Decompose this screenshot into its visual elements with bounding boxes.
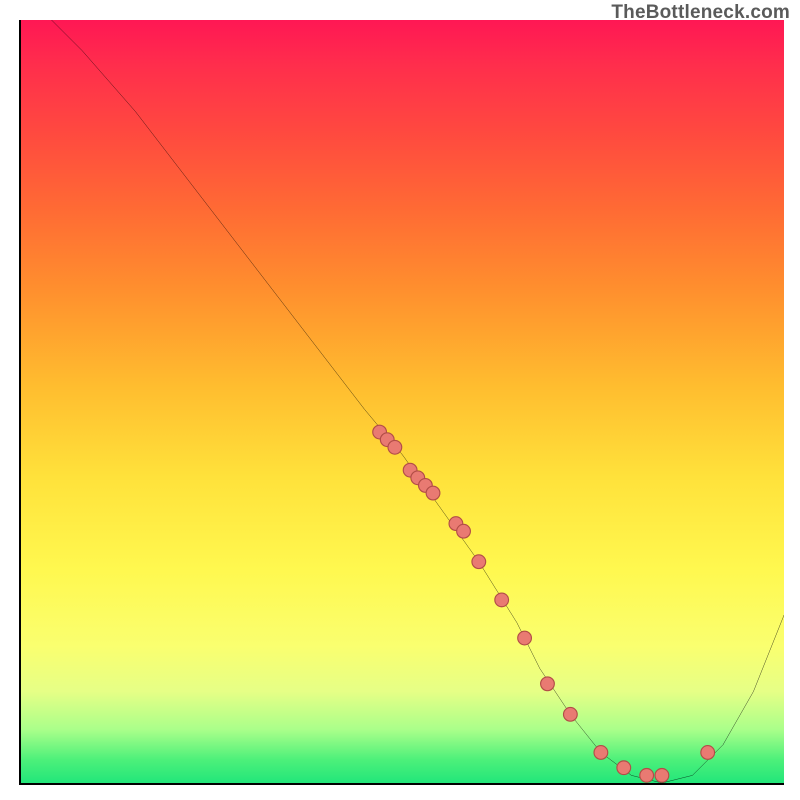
data-marker xyxy=(373,425,387,439)
data-marker xyxy=(701,746,715,760)
data-marker xyxy=(563,707,577,721)
plot-area xyxy=(19,20,784,785)
chart-container: TheBottleneck.com xyxy=(0,0,800,800)
data-marker xyxy=(411,471,425,485)
data-marker xyxy=(640,769,654,783)
data-marker xyxy=(541,677,555,691)
data-marker xyxy=(655,769,669,783)
data-marker xyxy=(594,746,608,760)
data-marker xyxy=(457,524,471,538)
data-marker xyxy=(426,486,440,500)
data-marker xyxy=(449,517,463,531)
data-marker xyxy=(380,433,394,447)
data-marker xyxy=(388,440,402,454)
data-marker xyxy=(472,555,486,569)
chart-svg xyxy=(21,20,784,783)
data-marker xyxy=(403,463,417,477)
data-marker xyxy=(495,593,509,607)
data-marker xyxy=(419,479,433,493)
data-marker xyxy=(518,631,532,645)
data-marker xyxy=(617,761,631,775)
curve-path xyxy=(52,20,784,783)
marker-group xyxy=(373,425,715,782)
